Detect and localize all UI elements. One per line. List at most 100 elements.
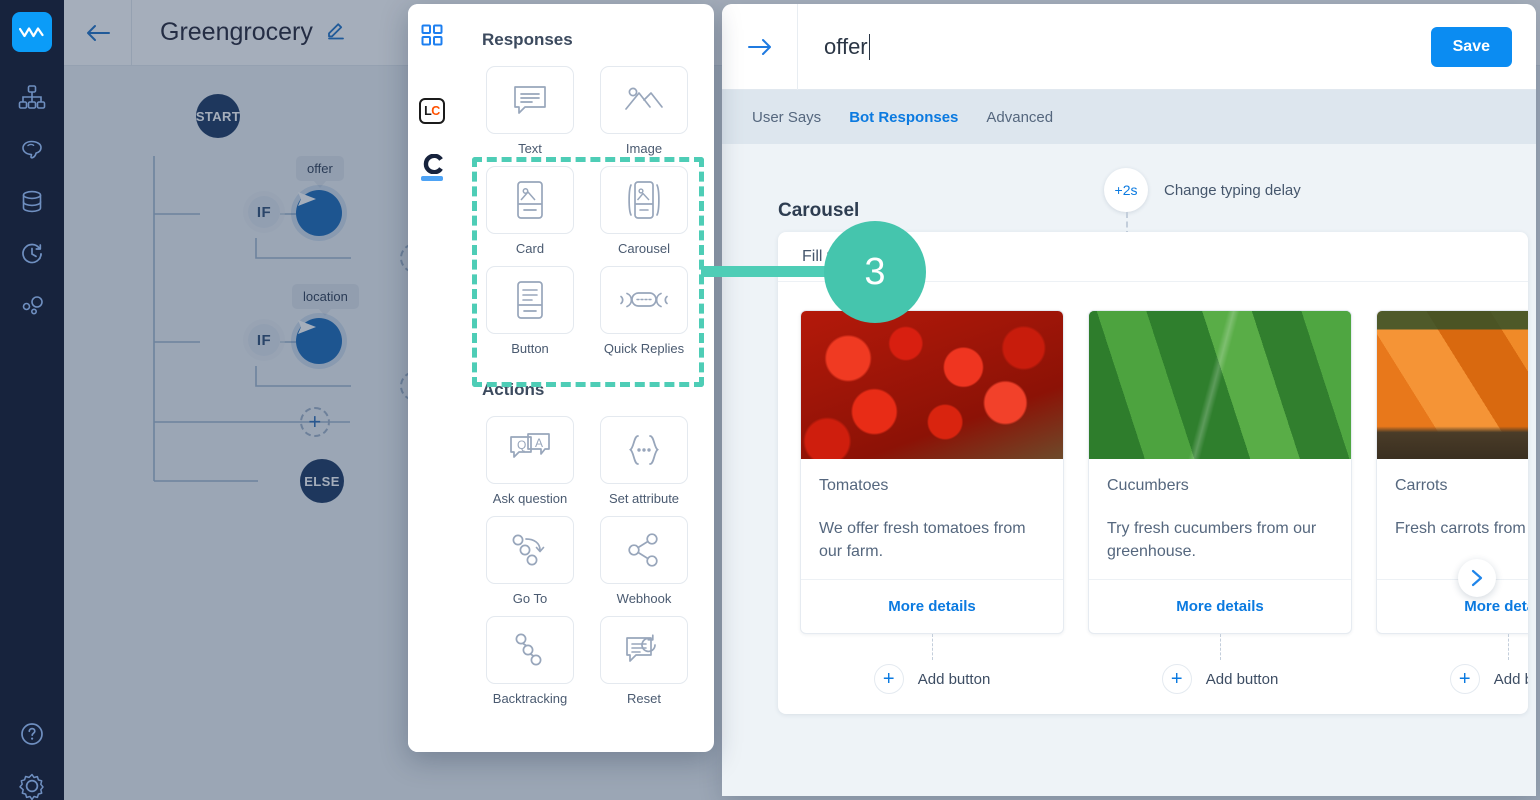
flow-node-if-1[interactable]: IF [248,196,280,228]
carousel-item[interactable]: Cucumbers Try fresh cucumbers from our g… [1088,310,1352,634]
responses-tile-grid: Text Image Card Carousel Button Quick Re… [482,66,692,356]
typing-delay-label: Change typing delay [1164,181,1301,199]
flow-node-send-offer[interactable] [296,190,342,236]
sidebar-bottom-group [0,708,64,800]
sidebar-item-attributes[interactable] [0,176,64,228]
carousel-item-button[interactable]: More details [1377,579,1528,633]
add-button-cell: + Add button [800,634,1064,694]
livechat-lc-logo-icon: LC [419,98,445,124]
backtracking-nodes-icon [515,633,542,666]
tile-label: Set attribute [608,491,680,506]
tile-label: Carousel [617,241,671,256]
response-picker-panel: LC Responses Text Image Card Carousel Bu… [408,4,714,752]
tile-ask-question[interactable]: Q A Ask question [482,416,578,506]
add-button-1[interactable]: + Add button [873,664,991,694]
database-icon [22,190,42,213]
carousel-item[interactable]: Tomatoes We offer fresh tomatoes from ou… [800,310,1064,634]
tab-advanced[interactable]: Advanced [986,109,1053,126]
sidebar-item-help[interactable] [0,708,64,760]
picker-rail-chatbot[interactable] [415,150,449,184]
tomatoes-photo[interactable] [801,311,1063,459]
tile-go-to[interactable]: Go To [482,516,578,606]
tile-backtracking[interactable]: Backtracking [482,616,578,706]
carousel-item-button[interactable]: More details [801,579,1063,633]
chatbot-c-logo-icon [421,153,443,181]
sidebar-item-training[interactable] [0,124,64,176]
stories-sitemap-icon [18,85,46,109]
tile-image[interactable]: Image [596,66,692,156]
sidebar-item-stories[interactable] [0,72,64,124]
picker-rail: LC [408,4,456,752]
tab-bot-responses[interactable]: Bot Responses [849,109,958,126]
bubbles-segments-icon [22,296,43,315]
svg-text:A: A [535,436,543,450]
plus-icon: + [1161,664,1192,694]
carousel-next-button[interactable] [1458,559,1496,597]
app-logo[interactable] [12,12,52,52]
button-list-icon [517,281,543,319]
typing-delay-control[interactable]: +2s Change typing delay [1104,168,1301,212]
sidebar-item-segments[interactable] [0,280,64,332]
picker-rail-livechat[interactable]: LC [415,94,449,128]
card-icon [517,181,543,219]
add-button-3[interactable]: + Add button [1449,664,1528,694]
save-button[interactable]: Save [1430,26,1512,67]
carousel-item-title: Cucumbers [1107,477,1189,494]
cucumbers-photo[interactable] [1089,311,1351,459]
interaction-name-input[interactable]: offer [798,33,1431,60]
chatbot-logo-bar [421,175,443,181]
svg-text:Q: Q [517,438,526,452]
tile-quick-replies[interactable]: Quick Replies [596,266,692,356]
tile-label: Go To [512,591,548,606]
flow-node-else[interactable]: ELSE [300,459,344,503]
carousel-item[interactable]: Carrots Fresh carrots from our field. Mo… [1376,310,1528,634]
curly-braces-icon [629,435,659,465]
project-name: Greengrocery [160,18,313,46]
flow-node-if-2[interactable]: IF [248,324,280,356]
tile-button[interactable]: Button [482,266,578,356]
arrow-right-icon [747,38,771,55]
plus-icon: + [1449,664,1480,694]
back-button[interactable] [64,0,132,66]
flow-add-node-3[interactable]: + [300,407,330,437]
else-label: ELSE [304,473,340,489]
carrots-photo[interactable] [1377,311,1528,459]
carousel-item-description: We offer fresh tomatoes from our farm. [819,520,1026,561]
lc-letter-c: C [431,104,440,118]
sidebar-item-archives[interactable] [0,228,64,280]
tile-carousel[interactable]: Carousel [596,166,692,256]
editor-collapse-button[interactable] [722,4,798,90]
tile-set-attribute[interactable]: Set attribute [596,416,692,506]
add-button-cell: + Add button [1376,634,1528,694]
tile-reset[interactable]: Reset [596,616,692,706]
sidebar-item-settings[interactable] [0,760,64,800]
arrow-left-icon [86,24,110,41]
plus-icon: + [873,664,904,694]
add-button-label: Add button [917,670,991,688]
picker-body: Responses Text Image Card Carousel Butto… [456,4,714,752]
typing-delay-badge[interactable]: +2s [1104,168,1148,212]
left-navigation-rail [0,0,64,800]
carousel-items-row: Tomatoes We offer fresh tomatoes from ou… [778,282,1528,634]
carousel-item-button[interactable]: More details [1089,579,1351,633]
add-button-cell: + Add button [1088,634,1352,694]
gear-icon [19,773,44,800]
flow-node-start[interactable]: START [196,94,240,138]
section-title-responses: Responses [482,30,573,49]
add-button-label: Add button [1205,670,1279,688]
tile-text[interactable]: Text [482,66,578,156]
tile-webhook[interactable]: Webhook [596,516,692,606]
interaction-editor-panel: offer Save User Says Bot Responses Advan… [722,4,1536,796]
page-title: Greengrocery [132,18,347,47]
add-button-2[interactable]: + Add button [1161,664,1279,694]
tab-user-says[interactable]: User Says [752,109,821,126]
actions-tile-grid: Q A Ask question Set attribute Go To Web… [482,416,692,706]
tutorial-step-badge: 3 [824,221,926,323]
grid-blocks-icon [421,24,443,46]
picker-rail-blocks[interactable] [415,18,449,52]
tile-label: Text [518,141,542,156]
image-mountain-icon [625,87,663,110]
flow-node-send-location[interactable] [296,318,342,364]
tile-card[interactable]: Card [482,166,578,256]
edit-title-button[interactable] [325,18,347,47]
